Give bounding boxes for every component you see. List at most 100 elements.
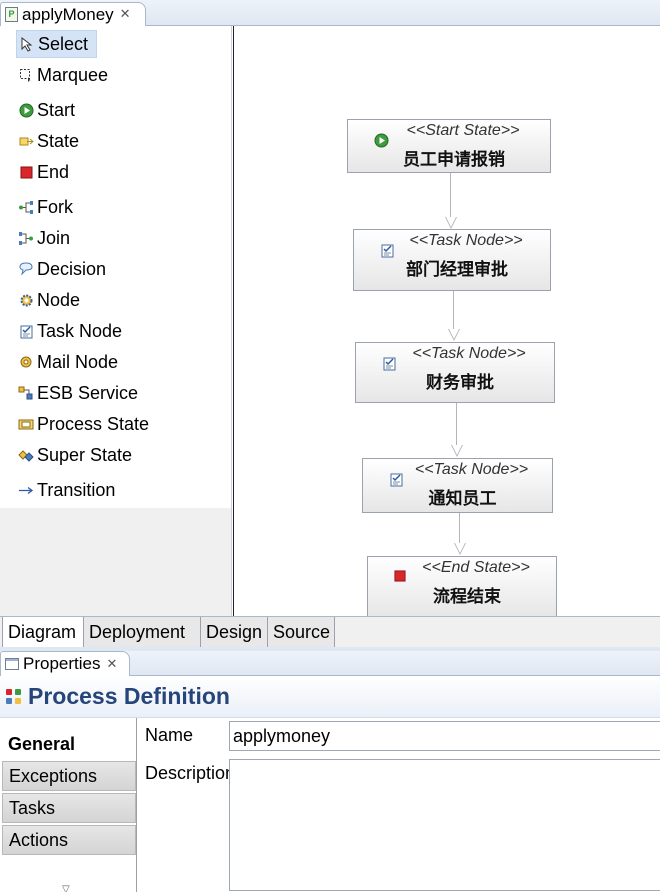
tab-source[interactable]: Source bbox=[268, 617, 335, 647]
node-name: 财务审批 bbox=[426, 373, 494, 392]
diagram-node-task-notify[interactable]: <<Task Node>> 通知员工 bbox=[362, 458, 553, 513]
name-label: Name bbox=[145, 725, 194, 745]
state-icon bbox=[18, 133, 34, 149]
editor-page-tabs: Diagram Deployment Design Source bbox=[0, 616, 660, 647]
section-tab-label: Actions bbox=[9, 829, 69, 850]
palette-item-super-state[interactable]: Super State bbox=[16, 441, 140, 469]
palette-item-label: ESB Service bbox=[37, 382, 139, 403]
palette-item-fork[interactable]: Fork bbox=[16, 193, 81, 221]
diagram-node-end-state[interactable]: <<End State>> 流程结束 bbox=[367, 556, 557, 616]
palette-item-label: Super State bbox=[37, 444, 133, 465]
marquee-icon bbox=[18, 67, 34, 83]
close-icon[interactable]: ✕ bbox=[120, 7, 131, 22]
editor-tab-applymoney[interactable]: P applyMoney ✕ bbox=[0, 2, 146, 26]
section-tab-label: Exceptions bbox=[9, 765, 98, 786]
transition-line[interactable] bbox=[456, 403, 457, 445]
start-state-icon bbox=[18, 102, 34, 118]
palette-item-task-node[interactable]: Task Node bbox=[16, 317, 130, 345]
palette-item-label: State bbox=[37, 130, 80, 151]
node-stereotype: <<Start State>> bbox=[406, 122, 520, 139]
section-tab-label: Tasks bbox=[9, 797, 56, 818]
palette-item-label: Join bbox=[37, 227, 71, 248]
section-tab-label: General bbox=[8, 733, 76, 754]
section-tab-general[interactable]: General bbox=[2, 729, 136, 759]
transition-line[interactable] bbox=[450, 173, 451, 217]
node-stereotype: <<Task Node>> bbox=[412, 345, 526, 362]
node-stereotype: <<Task Node>> bbox=[409, 232, 523, 249]
mail-node-icon bbox=[18, 354, 34, 370]
process-file-icon: P bbox=[5, 7, 18, 22]
palette-empty-area bbox=[0, 508, 232, 616]
super-state-icon bbox=[18, 447, 34, 463]
properties-view-tab[interactable]: Properties ✕ bbox=[0, 651, 130, 676]
fork-icon bbox=[18, 199, 34, 215]
chevron-down-icon[interactable]: ▽ bbox=[62, 884, 70, 892]
tab-design[interactable]: Design bbox=[201, 617, 268, 647]
palette-item-label: Node bbox=[37, 289, 81, 310]
transition-arrowhead bbox=[445, 217, 457, 229]
palette-item-select[interactable]: Select bbox=[16, 30, 98, 58]
diagram-canvas[interactable]: <<Start State>> 员工申请报销 <<Task Node>> 部门经… bbox=[233, 26, 660, 616]
properties-header: Process Definition bbox=[0, 676, 660, 718]
node-stereotype: <<Task Node>> bbox=[414, 461, 529, 478]
transition-arrowhead bbox=[448, 329, 460, 341]
section-tab-tasks[interactable]: Tasks bbox=[2, 793, 136, 823]
palette-item-marquee[interactable]: Marquee bbox=[16, 61, 116, 89]
palette-item-label: Process State bbox=[37, 413, 150, 434]
node-name: 流程结束 bbox=[433, 587, 501, 606]
section-tab-exceptions[interactable]: Exceptions bbox=[2, 761, 136, 791]
node-name: 部门经理审批 bbox=[406, 260, 508, 279]
description-label: Description bbox=[145, 763, 236, 783]
end-state-icon bbox=[18, 164, 34, 180]
palette-item-join[interactable]: Join bbox=[16, 224, 78, 252]
palette-item-end[interactable]: End bbox=[16, 158, 77, 186]
node-stereotype: <<End State>> bbox=[422, 559, 530, 576]
palette-item-esb-service[interactable]: ESB Service bbox=[16, 379, 146, 407]
arrow-pointer-icon bbox=[19, 36, 35, 52]
palette-item-label: Transition bbox=[37, 479, 116, 500]
palette-item-transition[interactable]: Transition bbox=[16, 476, 123, 504]
palette-item-decision[interactable]: Decision bbox=[16, 255, 114, 283]
editor-tab-bar: P applyMoney ✕ bbox=[0, 0, 660, 26]
palette-item-label: Select bbox=[38, 33, 89, 54]
diagram-node-start-state[interactable]: <<Start State>> 员工申请报销 bbox=[347, 119, 551, 173]
tab-diagram[interactable]: Diagram bbox=[2, 617, 84, 647]
name-field[interactable] bbox=[229, 721, 660, 751]
diagram-node-task-dept-manager[interactable]: <<Task Node>> 部门经理审批 bbox=[353, 229, 551, 291]
tab-label: Diagram bbox=[8, 621, 77, 642]
properties-title: Process Definition bbox=[28, 683, 230, 709]
palette-item-process-state[interactable]: Process State bbox=[16, 410, 157, 438]
diagram-node-task-finance[interactable]: <<Task Node>> 财务审批 bbox=[355, 342, 555, 403]
palette-item-node[interactable]: Node bbox=[16, 286, 88, 314]
tab-deployment[interactable]: Deployment bbox=[84, 617, 201, 647]
palette-item-state[interactable]: State bbox=[16, 127, 87, 155]
palette-item-mail-node[interactable]: Mail Node bbox=[16, 348, 126, 376]
tab-label: Design bbox=[206, 621, 263, 642]
process-state-icon bbox=[18, 416, 34, 432]
transition-arrowhead bbox=[454, 543, 466, 555]
node-gear-icon bbox=[18, 292, 34, 308]
properties-tab-label: Properties bbox=[23, 654, 101, 673]
transition-line[interactable] bbox=[459, 513, 460, 543]
properties-tab-bar: Properties ✕ bbox=[0, 651, 660, 676]
description-field[interactable] bbox=[229, 759, 660, 891]
decision-icon bbox=[18, 261, 34, 277]
properties-view-icon bbox=[5, 658, 19, 670]
palette-item-label: Mail Node bbox=[37, 351, 119, 372]
esb-service-icon bbox=[18, 385, 34, 401]
palette-item-label: Start bbox=[37, 99, 76, 120]
palette: Select Marquee Start State End Fork Join… bbox=[0, 26, 232, 508]
node-name: 员工申请报销 bbox=[403, 150, 505, 169]
palette-item-label: End bbox=[37, 161, 70, 182]
join-icon bbox=[18, 230, 34, 246]
palette-item-label: Fork bbox=[37, 196, 73, 217]
palette-item-start[interactable]: Start bbox=[16, 96, 83, 124]
transition-line[interactable] bbox=[453, 291, 454, 329]
close-icon[interactable]: ✕ bbox=[106, 657, 117, 672]
palette-item-label: Task Node bbox=[37, 320, 123, 341]
task-node-icon bbox=[18, 323, 34, 339]
node-name: 通知员工 bbox=[428, 489, 497, 508]
transition-arrowhead bbox=[451, 445, 463, 457]
process-definition-icon bbox=[6, 688, 22, 705]
section-tab-actions[interactable]: Actions bbox=[2, 825, 136, 855]
